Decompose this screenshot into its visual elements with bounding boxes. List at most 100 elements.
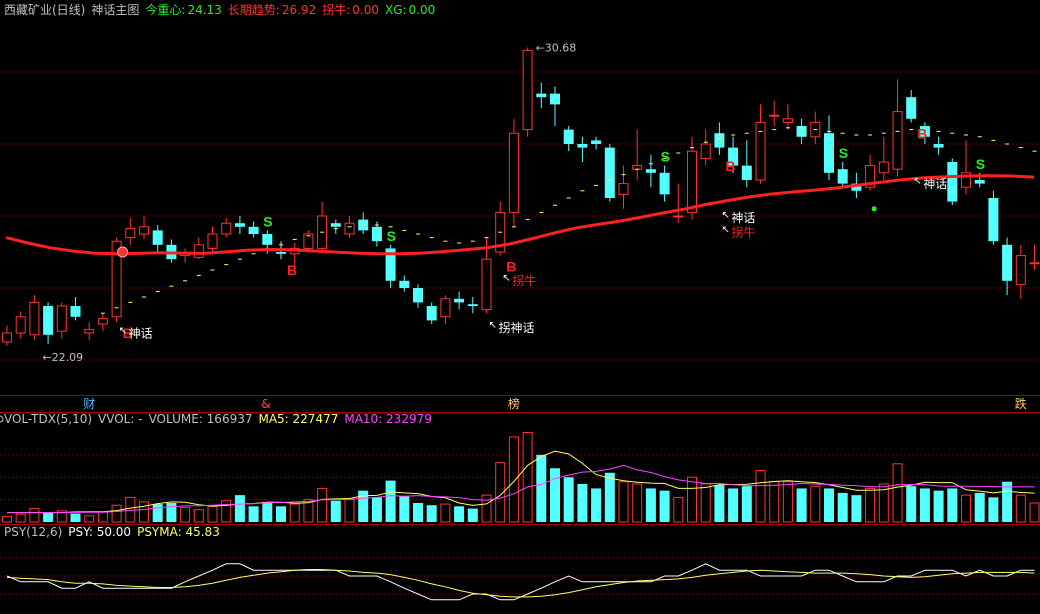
volume-bar-up — [289, 503, 300, 523]
volume-bar-down — [399, 496, 410, 522]
volume-bar-down — [714, 485, 725, 522]
candle-down — [413, 288, 423, 303]
volume-bar-down — [262, 502, 273, 522]
volume-bar-up — [522, 431, 533, 523]
candle-down — [276, 252, 286, 254]
volume-bar-up — [2, 515, 12, 523]
volume-bar-up — [84, 515, 95, 523]
candle-up — [892, 111, 903, 170]
candle-up — [15, 316, 26, 334]
sell-signal: S — [387, 228, 396, 244]
annotation-label: 拐牛 — [512, 273, 536, 288]
volume-bar-up — [97, 511, 108, 523]
candle-up — [632, 165, 643, 170]
volume-bar-down — [577, 483, 588, 522]
candle-down — [741, 165, 752, 180]
volume-bar-down — [152, 504, 163, 522]
volume-bar-down — [591, 488, 602, 522]
stock-chart[interactable]: BSBSBSBSBS↖ 神话↖ 拐神话↖ 拐牛↖ 神话↖ 拐牛↖ 神话←22.09←30.6… — [0, 0, 1040, 614]
price-extreme-label: ←22.09 — [42, 351, 83, 364]
buy-signal: B — [725, 158, 735, 174]
candle-down — [577, 144, 588, 148]
volume-bar-down — [974, 492, 985, 522]
volume-bar-up — [782, 481, 793, 523]
candle-down — [262, 234, 273, 245]
volume-bar-up — [673, 496, 684, 523]
candle-down — [906, 97, 917, 119]
volume-bar-down — [947, 488, 958, 522]
volume-bar-down — [234, 495, 245, 522]
candle-up — [29, 301, 40, 336]
candle-down — [645, 169, 656, 173]
volume-bar-up — [317, 487, 328, 523]
candle-down — [933, 144, 944, 148]
volume-bar-up — [632, 483, 643, 523]
annotation-arrow: ↖ — [502, 273, 510, 284]
volume-bar-up — [139, 501, 149, 523]
volume-bar-down — [988, 497, 999, 522]
volume-bar-down — [837, 492, 848, 522]
volume-bar-up — [111, 504, 122, 523]
volume-bar-down — [824, 488, 834, 522]
annotation-label: 拐神话 — [499, 320, 535, 335]
candle-down — [467, 304, 478, 306]
buy-signal: B — [506, 259, 516, 275]
candle-down — [824, 133, 834, 173]
sell-signal: S — [976, 156, 985, 172]
volume-bar-up — [700, 483, 711, 523]
annotation-arrow: ↖ — [489, 320, 497, 331]
candle-down — [550, 93, 560, 105]
volume-bar-up — [810, 485, 821, 523]
candle-down — [152, 230, 163, 245]
candle-down — [43, 306, 54, 335]
candle-down — [248, 226, 259, 234]
volume-bar-up — [29, 508, 40, 523]
candle-up — [193, 244, 204, 258]
volume-bar-up — [755, 470, 766, 523]
candle-up — [97, 318, 108, 325]
volume-bar-up — [180, 506, 191, 523]
candle-up — [440, 298, 451, 318]
candle-down — [1002, 244, 1013, 281]
volume-bar-down — [454, 506, 465, 522]
volume-bar-down — [276, 506, 286, 522]
candle-up — [2, 332, 12, 343]
candle-down — [563, 129, 574, 144]
candle-up — [221, 222, 232, 235]
candle-down — [330, 223, 341, 227]
candle-up — [508, 132, 519, 213]
candle-up — [522, 49, 533, 131]
volume-bar-down — [741, 486, 752, 522]
candle-down — [947, 162, 958, 202]
volume-bar-down — [1002, 481, 1013, 522]
volume-bar-down — [43, 513, 54, 522]
candle-down — [659, 172, 670, 195]
volume-bar-up — [344, 499, 355, 523]
candle-down — [70, 306, 81, 317]
candle-up — [84, 328, 95, 334]
candle-up — [344, 222, 355, 235]
volume-bar-down — [563, 477, 574, 522]
sell-signal: S — [839, 145, 848, 161]
sell-signal: S — [661, 149, 670, 165]
date-event-marker: 榜 — [508, 396, 520, 411]
event-ball-marker — [117, 246, 129, 258]
candle-up — [139, 226, 149, 235]
candle-up — [769, 114, 780, 117]
candle-up — [673, 215, 684, 218]
volume-bar-up — [618, 481, 629, 523]
annotation-arrow: ↖ — [913, 176, 921, 187]
volume-bar-up — [15, 513, 26, 523]
volume-bar-down — [919, 488, 930, 522]
volume-bar-down — [166, 502, 177, 522]
candle-up — [1015, 255, 1026, 285]
volume-bar-down — [728, 488, 739, 522]
annotation-label: 神话 — [731, 211, 755, 225]
candle-down — [399, 280, 410, 288]
price-extreme-label: ←30.68 — [536, 42, 577, 55]
volume-bar-up — [892, 463, 903, 523]
volume-bar-up — [1029, 502, 1040, 523]
candle-down — [591, 140, 602, 144]
volume-bar-up — [961, 494, 971, 523]
volume-bar-up — [769, 481, 780, 523]
